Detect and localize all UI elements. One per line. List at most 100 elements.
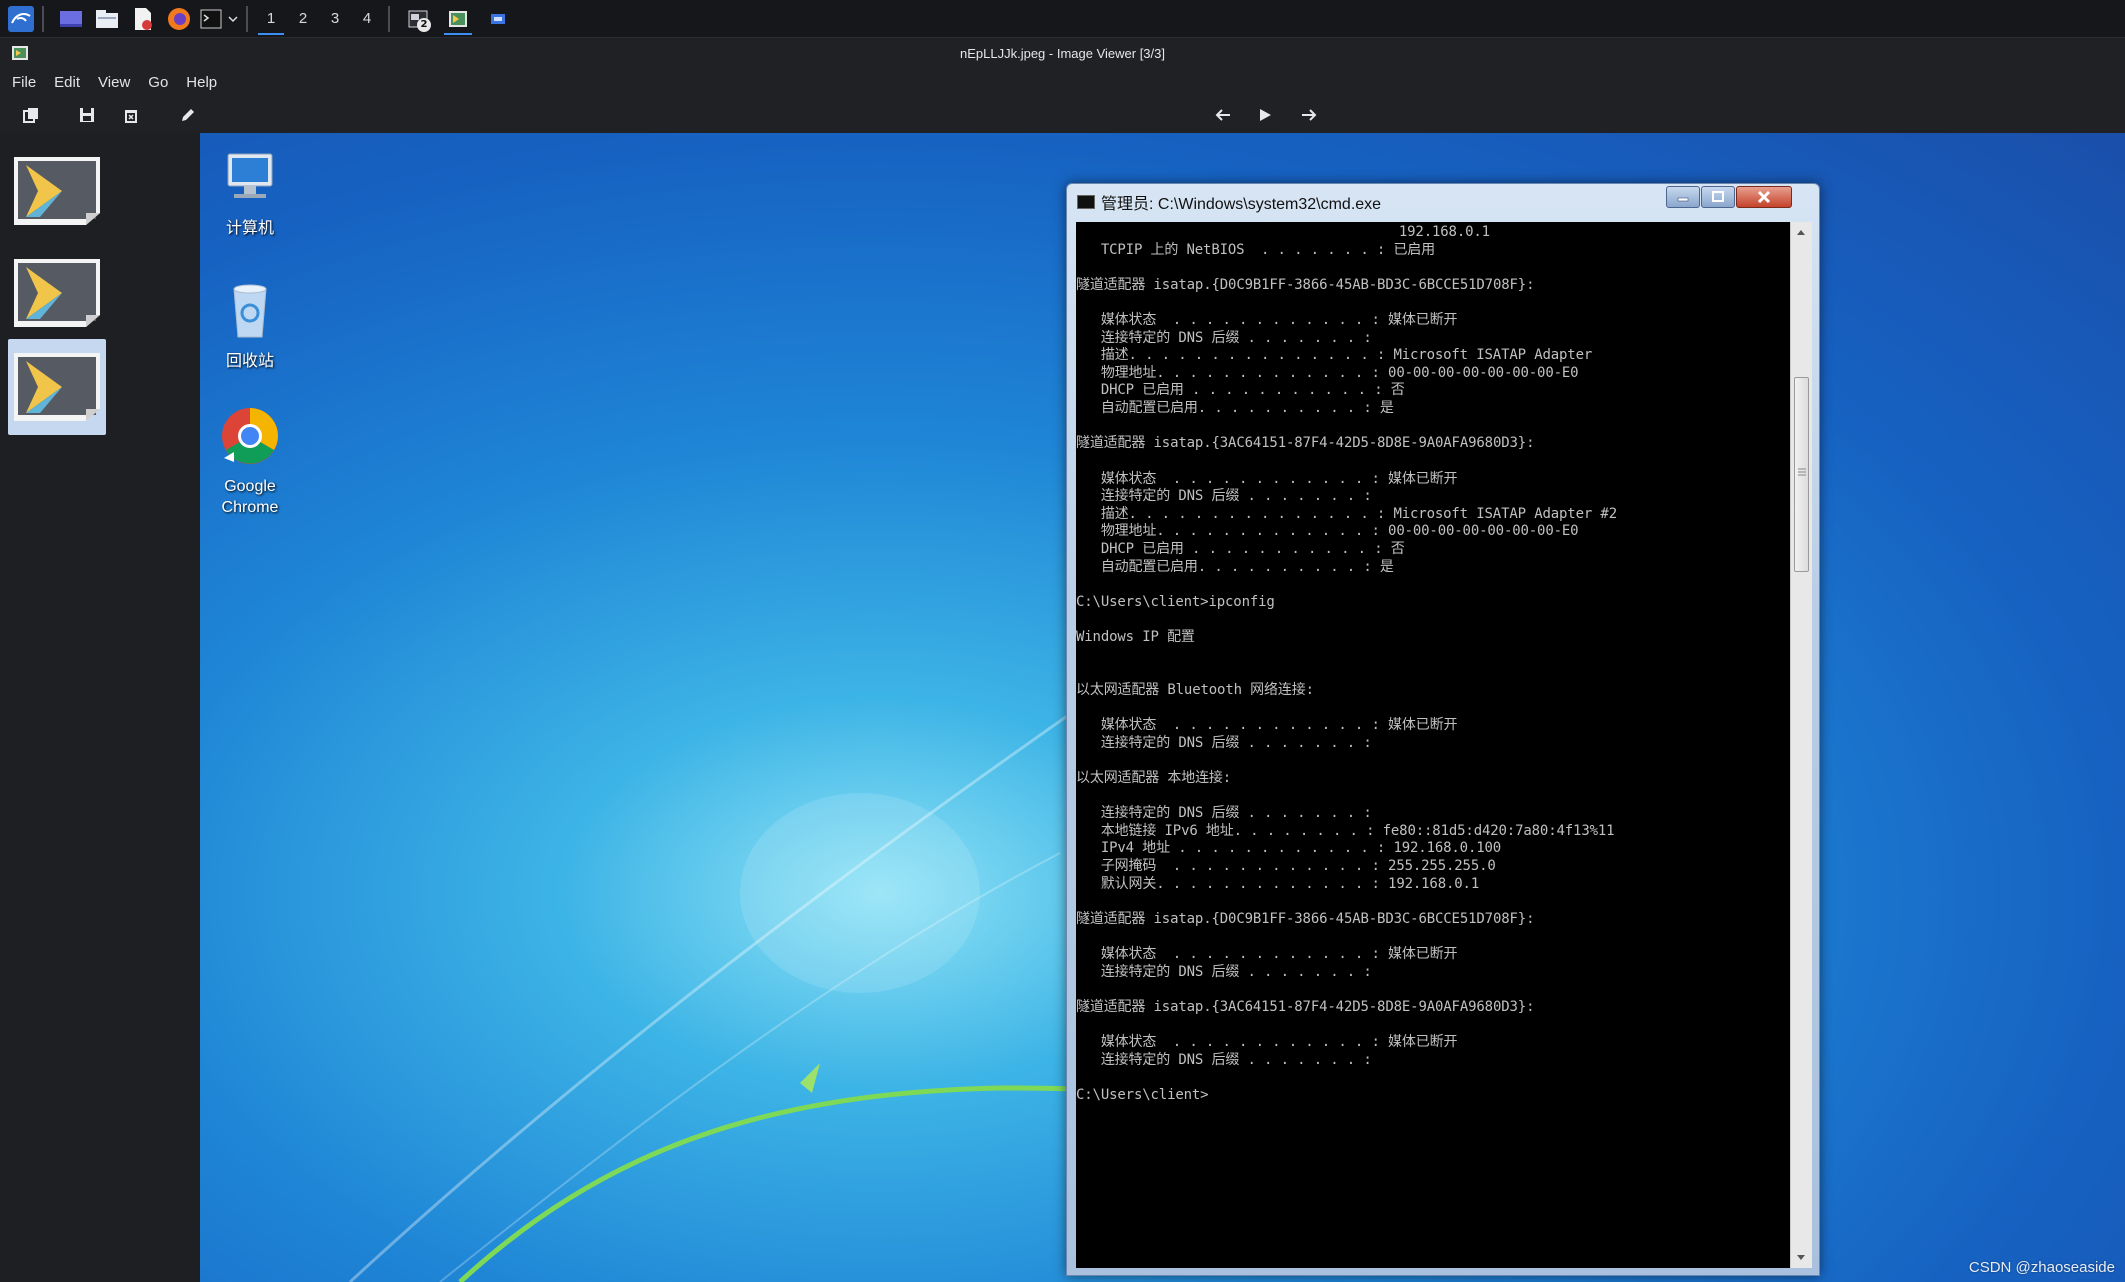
console-line: C:\Users\client> xyxy=(1076,1086,1209,1103)
chrome-icon xyxy=(222,408,278,464)
image-viewer-icon xyxy=(449,10,467,27)
desktop-icon-computer[interactable]: 计算机 xyxy=(205,148,295,239)
cmd-scrollbar[interactable] xyxy=(1790,222,1812,1268)
task-image-viewer[interactable] xyxy=(440,3,476,35)
open-file-button[interactable] xyxy=(18,103,44,127)
menu-edit[interactable]: Edit xyxy=(54,74,80,91)
window-titlebar[interactable]: nEpLLJJk.jpeg - Image Viewer [3/3] xyxy=(0,39,2125,67)
grip-icon xyxy=(1798,468,1806,476)
delete-button[interactable] xyxy=(118,103,144,127)
task-window-small[interactable] xyxy=(480,3,516,35)
console-line: DHCP 已启用 . . . . . . . . . . . : 否 xyxy=(1076,382,1405,399)
next-button[interactable] xyxy=(1296,103,1322,127)
panel-separator xyxy=(388,5,390,32)
workspace-label: 3 xyxy=(330,10,340,27)
console-line: 连接特定的 DNS 后缀 . . . . . . . : xyxy=(1076,488,1372,505)
save-button[interactable] xyxy=(74,103,100,127)
window-title: nEpLLJJk.jpeg - Image Viewer [3/3] xyxy=(960,45,1165,61)
console-line: 物理地址. . . . . . . . . . . . . : 00-00-00… xyxy=(1076,523,1579,540)
desktop-icon-label: 回收站 xyxy=(225,353,274,370)
workspace-1[interactable]: 1 xyxy=(256,3,286,35)
image-canvas[interactable]: 计算机 回收站 Google Chrome 管理员: C:\Windows\sy… xyxy=(200,133,2125,1282)
close-button[interactable] xyxy=(1736,186,1792,208)
console-line: 媒体状态 . . . . . . . . . . . . : 媒体已断开 xyxy=(1076,945,1458,962)
scrollbar-thumb[interactable] xyxy=(1794,377,1809,572)
console-line: 以太网适配器 Bluetooth 网络连接: xyxy=(1076,681,1314,698)
scroll-down-icon xyxy=(1797,1255,1805,1260)
file-manager-icon[interactable] xyxy=(92,4,122,34)
console-line: 自动配置已启用. . . . . . . . . . : 是 xyxy=(1076,558,1394,575)
console-line: 默认网关. . . . . . . . . . . . . : 192.168.… xyxy=(1076,875,1480,892)
scroll-up-icon xyxy=(1797,230,1805,235)
console-line: 连接特定的 DNS 后缀 . . . . . . . : xyxy=(1076,963,1372,980)
task-window-group[interactable]: 2 xyxy=(400,3,436,35)
console-line: 描述. . . . . . . . . . . . . . . : Micros… xyxy=(1076,347,1593,364)
console-line: 连接特定的 DNS 后缀 . . . . . . . : xyxy=(1076,329,1372,346)
toolbar xyxy=(0,97,2125,133)
console-line: IPv4 地址 . . . . . . . . . . . . : 192.16… xyxy=(1076,840,1502,857)
console-line: 以太网适配器 本地连接: xyxy=(1076,769,1232,786)
console-line: 隧道适配器 isatap.{D0C9B1FF-3866-45AB-BD3C-6B… xyxy=(1076,276,1535,293)
console-line: 192.168.0.1 xyxy=(1076,224,1490,240)
workspace-2[interactable]: 2 xyxy=(288,3,318,35)
watermark: CSDN @zhaoseaside xyxy=(1968,1259,2115,1276)
maximize-button[interactable] xyxy=(1701,186,1735,208)
console-line: 连接特定的 DNS 后缀 . . . . . . . : xyxy=(1076,734,1372,751)
chevron-down-icon[interactable] xyxy=(226,4,240,34)
console-line: 媒体状态 . . . . . . . . . . . . : 媒体已断开 xyxy=(1076,470,1458,487)
menu-file[interactable]: File xyxy=(12,74,36,91)
play-slideshow-button[interactable] xyxy=(1252,103,1278,127)
text-editor-icon[interactable] xyxy=(128,4,158,34)
cmd-console-output[interactable]: 192.168.0.1 TCPIP 上的 NetBIOS . . . . . .… xyxy=(1076,222,1790,1268)
image-thumbnail-icon xyxy=(14,259,100,327)
task-count-badge: 2 xyxy=(417,17,431,32)
desktop-icon-chrome[interactable]: Google Chrome xyxy=(205,406,295,518)
panel-separator xyxy=(246,5,248,32)
minimize-button[interactable] xyxy=(1666,186,1700,208)
thumbnail-1[interactable] xyxy=(8,143,106,239)
image-thumbnail-icon xyxy=(14,157,100,225)
workspace-4[interactable]: 4 xyxy=(352,3,382,35)
console-line: 子网掩码 . . . . . . . . . . . . : 255.255.2… xyxy=(1076,857,1496,874)
cmd-window[interactable]: 管理员: C:\Windows\system32\cmd.exe 192.168… xyxy=(1066,183,1820,1276)
workspace-3[interactable]: 3 xyxy=(320,3,350,35)
console-line: C:\Users\client>ipconfig xyxy=(1076,593,1275,610)
firefox-icon[interactable] xyxy=(164,4,194,34)
terminal-icon[interactable] xyxy=(196,4,226,34)
desktop-icon-label: Google Chrome xyxy=(221,478,279,516)
desktop-icon-label: 计算机 xyxy=(225,220,274,237)
computer-icon xyxy=(227,153,273,198)
menu-help[interactable]: Help xyxy=(186,74,217,91)
play-icon xyxy=(1260,109,1271,121)
thumbnail-bar xyxy=(0,133,200,1282)
save-icon xyxy=(80,108,94,122)
kali-menu-icon[interactable] xyxy=(6,4,36,34)
thumbnail-3[interactable] xyxy=(8,339,106,435)
console-line: 隧道适配器 isatap.{3AC64151-87F4-42D5-8D8E-9A… xyxy=(1076,998,1535,1015)
previous-button[interactable] xyxy=(1210,103,1236,127)
desktop-icon-recycle-bin[interactable]: 回收站 xyxy=(205,281,295,372)
thumbnail-2[interactable] xyxy=(8,245,106,341)
recycle-bin-icon xyxy=(233,284,267,338)
maximize-icon xyxy=(1712,191,1724,202)
console-line: 媒体状态 . . . . . . . . . . . . : 媒体已断开 xyxy=(1076,312,1458,329)
edit-button[interactable] xyxy=(175,103,201,127)
menu-go[interactable]: Go xyxy=(148,74,168,91)
console-line: 媒体状态 . . . . . . . . . . . . : 媒体已断开 xyxy=(1076,1034,1458,1051)
top-panel: 1 2 3 4 2 xyxy=(0,0,2125,38)
cmd-titlebar[interactable]: 管理员: C:\Windows\system32\cmd.exe xyxy=(1077,190,1381,214)
show-desktop-icon[interactable] xyxy=(56,4,86,34)
menu-view[interactable]: View xyxy=(98,74,130,91)
console-line: 连接特定的 DNS 后缀 . . . . . . . : xyxy=(1076,805,1372,822)
